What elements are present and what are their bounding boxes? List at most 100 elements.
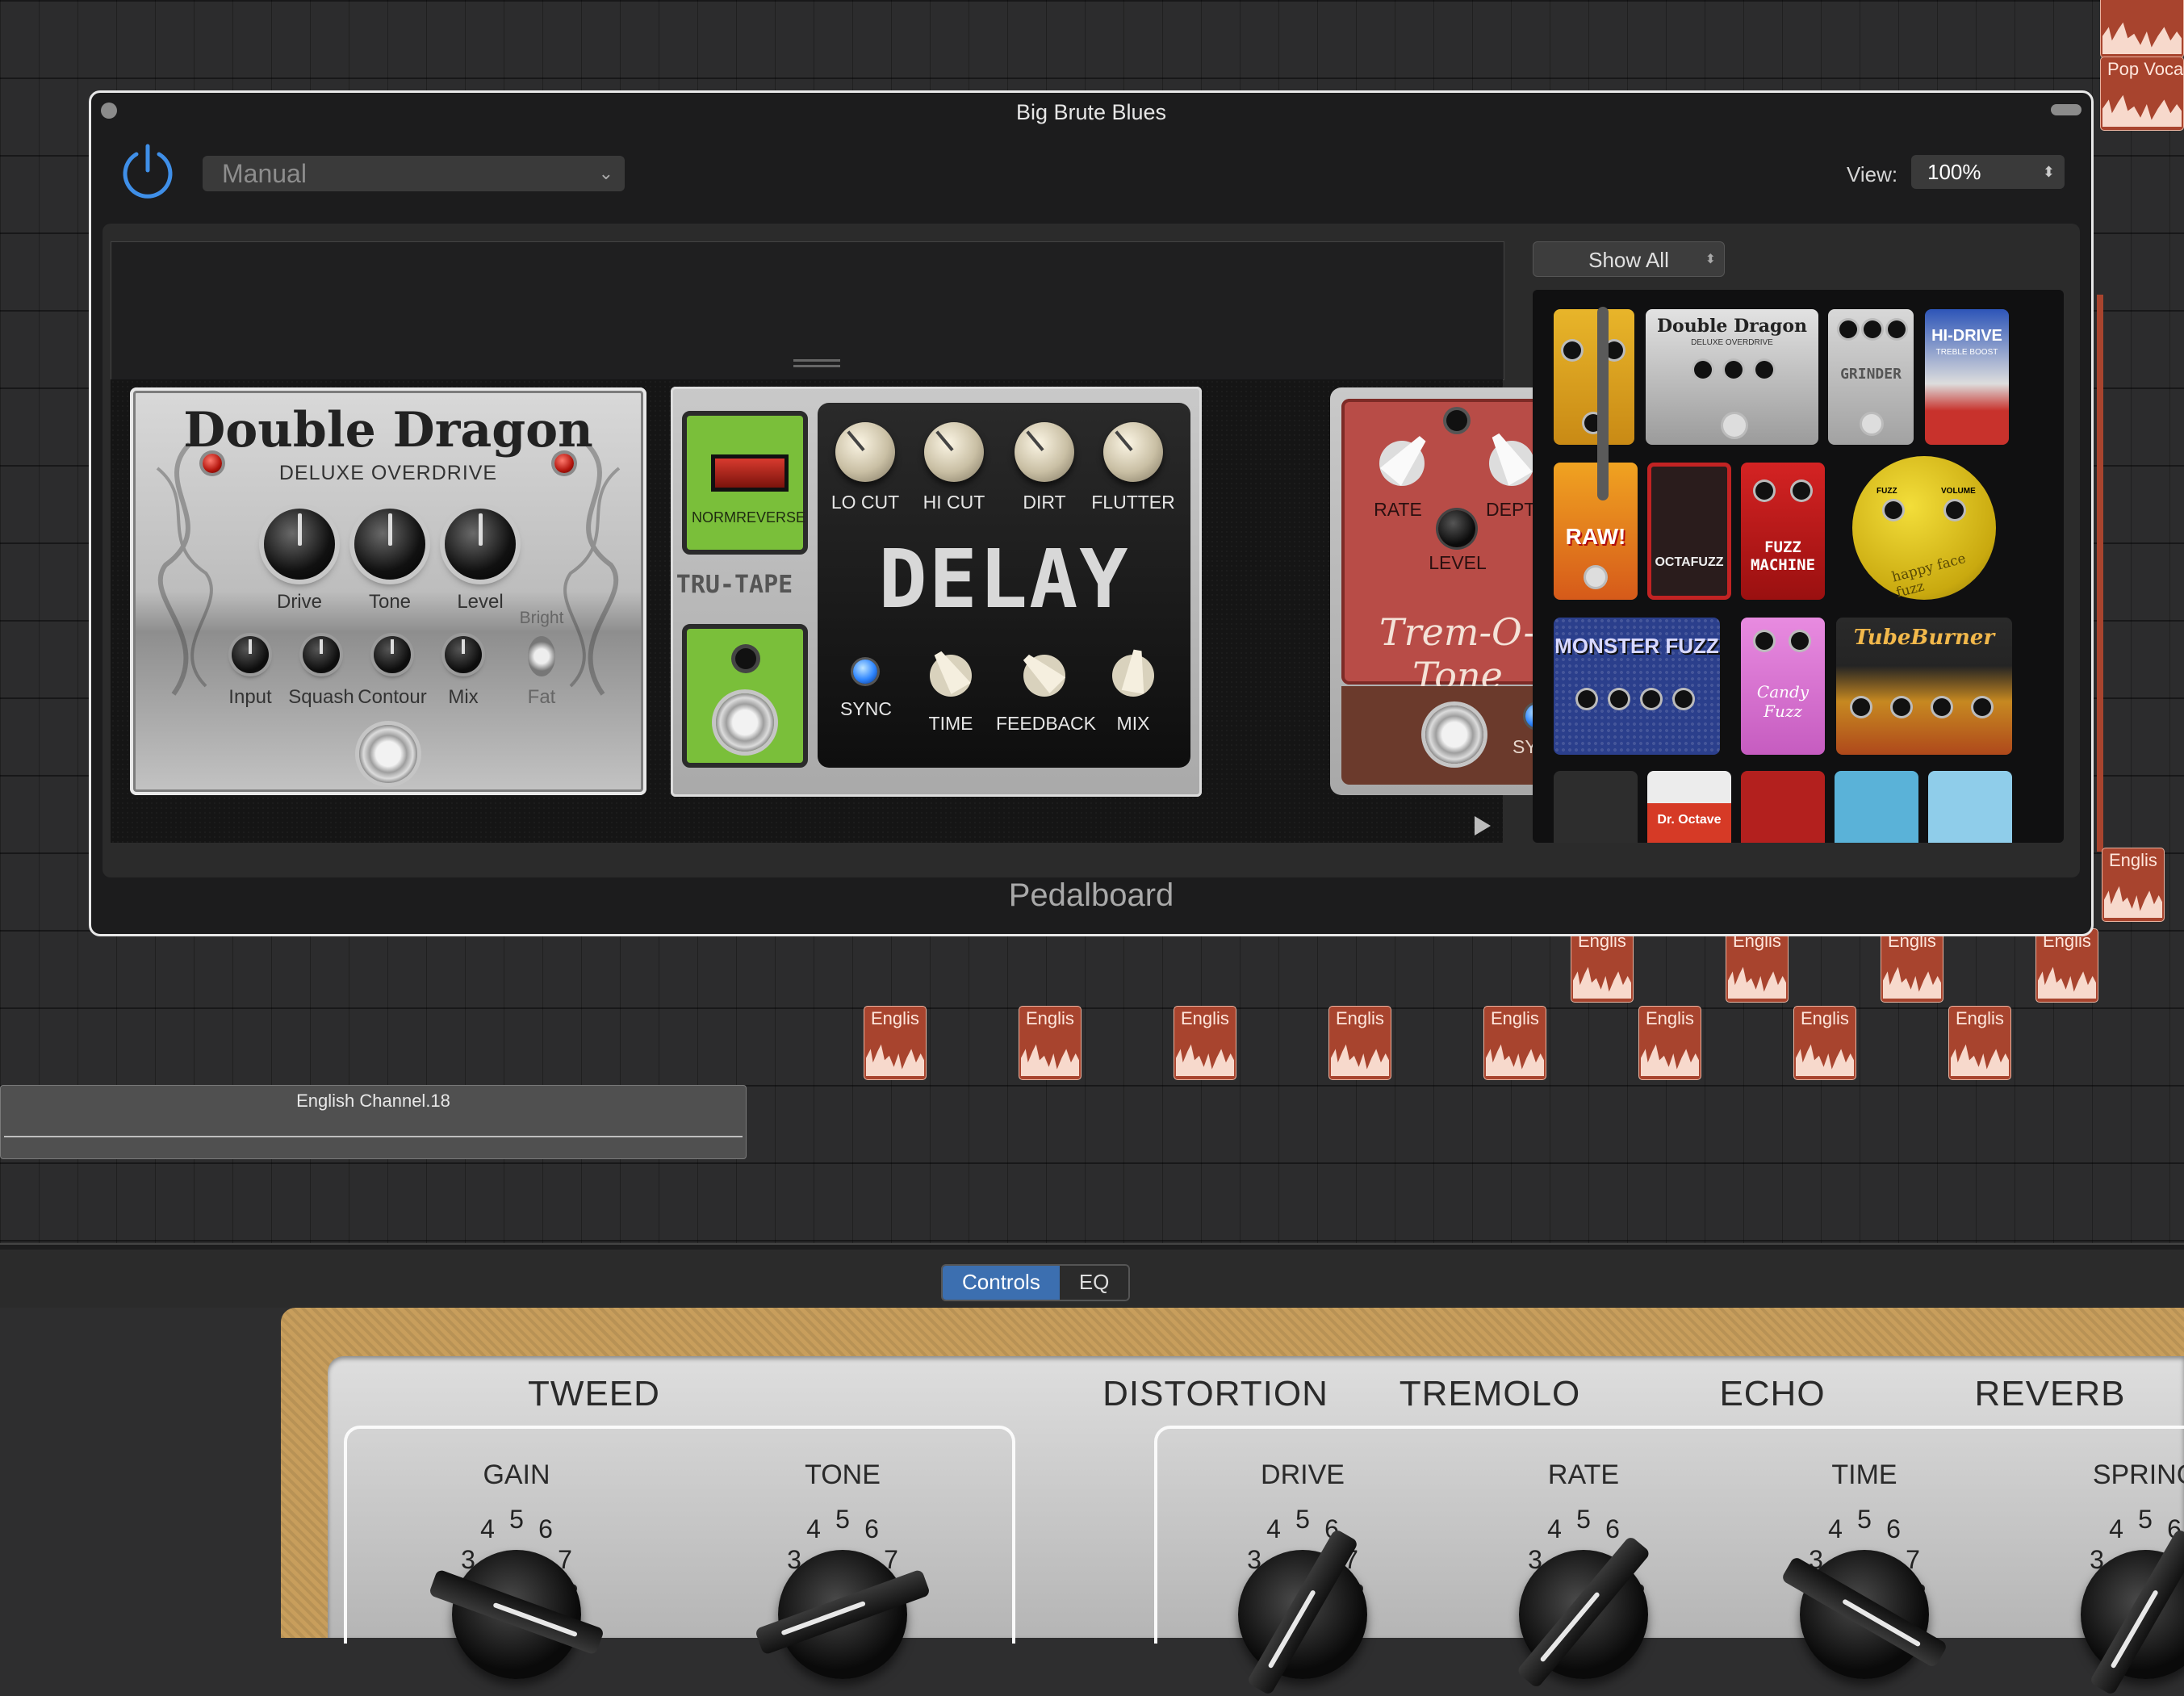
library-filter-menu[interactable]: Show All ⬍ <box>1533 241 1725 277</box>
minimize-button[interactable] <box>2051 104 2081 115</box>
switch-label: REVERSE <box>736 509 806 526</box>
knob-dirt[interactable] <box>1015 422 1074 482</box>
footswitch[interactable] <box>716 693 774 752</box>
audio-region[interactable]: Englis <box>2102 848 2165 922</box>
stepper-arrows-icon: ⬍ <box>1705 253 1716 266</box>
toggle-label: Fat <box>527 686 556 708</box>
knob-tick-number: 4 <box>806 1514 821 1543</box>
audio-region[interactable]: Englis <box>1881 928 1943 1003</box>
library-pedal-octafuzz[interactable]: OCTAFUZZ <box>1647 463 1731 600</box>
library-pedal-hi-drive[interactable]: HI-DRIVE TREBLE BOOST <box>1925 309 2009 445</box>
library-pedal-double-dragon[interactable]: Double Dragon DELUXE OVERDRIVE <box>1646 309 1818 445</box>
knob-rate[interactable] <box>1370 428 1433 491</box>
knob-squash[interactable] <box>303 636 340 673</box>
stepper-arrows-icon: ⬍ <box>2042 164 2055 180</box>
toggle-bright-fat[interactable] <box>528 636 555 676</box>
library-pedal-raw[interactable]: RAW! <box>1554 463 1638 600</box>
led-indicator <box>554 454 574 473</box>
led-indicator <box>203 454 222 473</box>
resize-handle[interactable] <box>793 359 840 367</box>
sync-button[interactable] <box>853 660 877 684</box>
audio-region-english-channel[interactable]: English Channel.18 <box>0 1085 747 1159</box>
audio-region[interactable]: Englis <box>1726 928 1789 1003</box>
knob-input[interactable] <box>232 636 269 673</box>
knob-contour[interactable] <box>374 636 411 673</box>
knob-label: FLUTTER <box>1091 492 1175 513</box>
knob-tick-number: 5 <box>1857 1504 1872 1534</box>
knob-tick-number: 6 <box>1886 1514 1901 1543</box>
audio-region[interactable]: Englis <box>1174 1006 1236 1080</box>
knob-mix[interactable] <box>445 636 482 673</box>
pedal-tru-tape-delay[interactable]: NORM REVERSE TRU-TAPE LO CUT HI CUT DIRT… <box>671 387 1202 797</box>
knob-flutter[interactable] <box>1103 422 1163 482</box>
knob-time[interactable] <box>923 645 979 701</box>
toggle-label: Bright <box>519 609 564 627</box>
view-label: View: <box>1847 162 1898 186</box>
knob-mix[interactable] <box>1105 645 1161 701</box>
knob-label: Mix <box>448 686 479 708</box>
audio-region[interactable]: Englis <box>1019 1006 1082 1080</box>
library-pedal[interactable] <box>1741 771 1825 843</box>
knob-label: LEVEL <box>1429 552 1487 573</box>
knob-label: FEEDBACK <box>996 713 1096 734</box>
audio-region[interactable] <box>2100 0 2184 58</box>
knob-tick-number: 6 <box>538 1514 553 1543</box>
close-button[interactable] <box>101 103 117 119</box>
audio-region[interactable]: Englis <box>864 1006 927 1080</box>
audio-region[interactable]: Englis <box>1483 1006 1546 1080</box>
audio-region[interactable]: Englis <box>2035 928 2098 1003</box>
tab-controls[interactable]: Controls <box>943 1266 1060 1300</box>
footswitch[interactable] <box>1425 706 1483 764</box>
knob-tone[interactable] <box>354 509 425 580</box>
knob-label: Drive <box>276 591 322 613</box>
view-zoom-select[interactable]: 100% ⬍ <box>1911 155 2065 189</box>
audio-region[interactable]: Englis <box>1328 1006 1391 1080</box>
filter-value: Show All <box>1588 248 1669 272</box>
direction-switch-panel: NORM REVERSE <box>682 411 808 555</box>
library-pedal[interactable] <box>1928 771 2012 843</box>
knob-label: Tone <box>368 591 412 613</box>
knob-tick-number: 5 <box>509 1504 524 1534</box>
library-pedal[interactable] <box>1554 771 1638 843</box>
play-arrow-icon[interactable] <box>1475 816 1491 835</box>
brand-label: TRU-TAPE <box>676 571 793 599</box>
switch-label: NORM <box>692 509 736 526</box>
footswitch[interactable] <box>359 725 417 783</box>
tab-eq[interactable]: EQ <box>1059 1266 1129 1300</box>
audio-region-pop-vocal[interactable]: Pop Voca <box>2100 57 2184 131</box>
pane-divider[interactable] <box>0 1243 2184 1250</box>
library-pedal[interactable] <box>1554 309 1634 445</box>
library-pedal-candy-fuzz[interactable]: Candy Fuzz <box>1741 618 1825 755</box>
knob-lo-cut[interactable] <box>835 422 895 482</box>
audio-region[interactable]: Englis <box>1638 1006 1701 1080</box>
knob-level[interactable] <box>445 509 516 580</box>
library-scrollbar[interactable] <box>1597 307 1609 500</box>
knob-drive[interactable] <box>264 509 335 580</box>
sync-label: SYNC <box>840 698 892 719</box>
knob-level[interactable] <box>1438 510 1475 547</box>
library-pedal-tubeburner[interactable]: TubeBurner <box>1836 618 2012 755</box>
plugin-name-label: Pedalboard <box>1008 877 1174 913</box>
knob-hi-cut[interactable] <box>924 422 984 482</box>
region-edge-strip <box>2097 295 2103 852</box>
library-pedal-happy-face-fuzz[interactable]: FUZZ VOLUME happy face fuzz <box>1852 456 1996 601</box>
library-pedal[interactable] <box>1835 771 1918 843</box>
audio-region[interactable]: Englis <box>1793 1006 1856 1080</box>
region-label: English Channel.18 <box>296 1091 450 1111</box>
library-pedal-grinder[interactable]: GRINDER <box>1828 309 1914 445</box>
knob-feedback[interactable] <box>1016 645 1073 701</box>
norm-reverse-switch[interactable] <box>711 454 789 492</box>
library-pedal-dr-octave[interactable]: Dr. Octave <box>1647 771 1731 843</box>
library-pedal-monster-fuzz[interactable]: MONSTER FUZZ <box>1554 618 1720 755</box>
knob-tick-number: 4 <box>480 1514 495 1543</box>
knob-tick-number: 5 <box>1295 1504 1310 1534</box>
pedal-double-dragon[interactable]: Double Dragon DELUXE OVERDRIVE Drive Ton… <box>130 387 646 795</box>
power-icon[interactable] <box>119 141 177 199</box>
audio-region[interactable]: Englis <box>1571 928 1634 1003</box>
library-pedal-fuzz-machine[interactable]: FUZZ MACHINE <box>1741 463 1825 600</box>
knob-tick-number: 4 <box>1828 1514 1843 1543</box>
pedal-library: Double Dragon DELUXE OVERDRIVE GRINDER H… <box>1533 290 2064 843</box>
audio-region[interactable]: Englis <box>1948 1006 2011 1080</box>
knob-label: MIX <box>1116 713 1150 734</box>
preset-menu[interactable]: Manual ⌄ <box>203 156 625 191</box>
